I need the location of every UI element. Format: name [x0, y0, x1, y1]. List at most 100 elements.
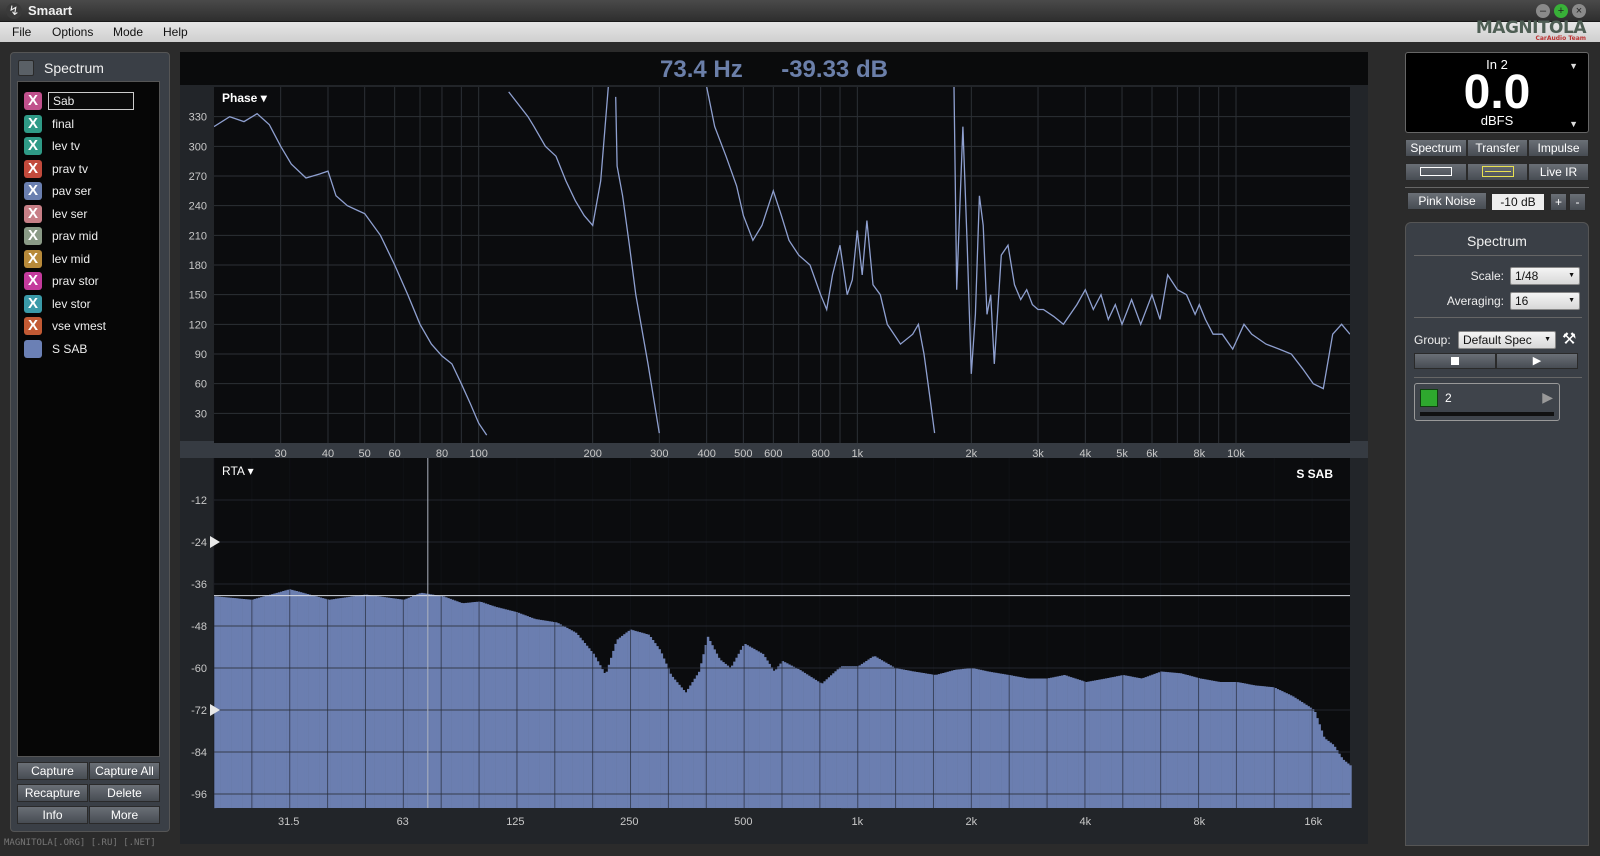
single-view-button[interactable]: [1405, 163, 1467, 181]
trace-list: X Sab Xfinal Xlev tv Xprav tv Xpav ser Xlev se…: [17, 81, 160, 757]
rta-bar: [975, 668, 978, 808]
live-ir-button[interactable]: Live IR: [1528, 163, 1589, 181]
meter-channel-dropdown-icon[interactable]: ▼: [1569, 61, 1578, 71]
minimize-icon[interactable]: –: [1536, 4, 1550, 18]
trace-color-swatch[interactable]: [24, 339, 42, 358]
run-indicator[interactable]: [1420, 389, 1438, 407]
trace-hide-icon[interactable]: X: [24, 159, 42, 178]
info-button[interactable]: Info: [17, 806, 88, 824]
trace-hide-icon[interactable]: X: [24, 249, 42, 268]
rta-bar: [887, 664, 890, 808]
rta-bar: [801, 671, 804, 808]
play-icon: ▶: [1532, 355, 1542, 367]
rta-bar: [574, 632, 578, 808]
recapture-button[interactable]: Recapture: [17, 784, 88, 802]
menu-help[interactable]: Help: [163, 25, 188, 39]
dual-view-button[interactable]: [1467, 163, 1528, 181]
rta-bar: [456, 601, 459, 808]
trace-item[interactable]: Xfinal: [24, 113, 154, 133]
tools-icon[interactable]: ⚒: [1562, 329, 1576, 349]
trace-item[interactable]: Xlev tv: [24, 135, 154, 155]
rta-bar: [1281, 691, 1284, 808]
rta-bar: [865, 661, 868, 808]
rta-bar: [1003, 674, 1007, 808]
rta-bar: [220, 596, 224, 808]
rta-x-tick-label: 250: [620, 816, 638, 828]
close-icon[interactable]: ×: [1572, 4, 1586, 18]
start-all-button[interactable]: ▶: [1496, 353, 1578, 369]
trace-item[interactable]: X Sab: [24, 90, 154, 110]
capture-button[interactable]: Capture: [17, 762, 88, 780]
rta-bar: [607, 664, 611, 808]
trace-item[interactable]: Xprav stor: [24, 270, 154, 290]
trace-hide-icon[interactable]: X: [24, 227, 42, 245]
tab-impulse[interactable]: Impulse: [1528, 139, 1589, 157]
trace-hide-icon[interactable]: X: [24, 272, 42, 290]
plots-svg[interactable]: 330300270240210180150120906030 30 40 50 60 8…: [180, 85, 1368, 844]
trace-hide-icon[interactable]: X: [24, 182, 42, 200]
trace-item[interactable]: Xlev stor: [24, 293, 154, 313]
rta-bar: [588, 648, 591, 808]
trace-hide-icon[interactable]: X: [24, 204, 42, 223]
rta-bar: [361, 595, 364, 808]
delete-button[interactable]: Delete: [89, 784, 160, 802]
meter-unit-dropdown-icon[interactable]: ▼: [1569, 119, 1578, 129]
rta-bar: [636, 631, 639, 808]
rta-bar: [1344, 761, 1348, 808]
rta-trace-label: S SAB: [1296, 467, 1333, 481]
more-button[interactable]: More: [89, 806, 160, 824]
tab-spectrum[interactable]: Spectrum: [1405, 139, 1467, 157]
averaging-dropdown[interactable]: 16 ▼: [1510, 292, 1580, 310]
trace-item[interactable]: Xprav mid: [24, 225, 154, 245]
rta-bar: [1263, 686, 1266, 808]
noise-level-plus-button[interactable]: +: [1550, 193, 1567, 211]
spectrum-toggle[interactable]: [18, 60, 34, 76]
noise-level-field[interactable]: -10 dB: [1492, 194, 1544, 210]
rta-bar: [671, 676, 675, 808]
rta-bar: [957, 669, 961, 808]
trace-name[interactable]: Sab: [48, 92, 134, 110]
menu-file[interactable]: File: [12, 25, 31, 39]
rta-bar: [792, 666, 796, 808]
stop-all-button[interactable]: [1414, 353, 1496, 369]
trace-name: final: [52, 116, 75, 131]
trace-item[interactable]: Xpav ser: [24, 180, 154, 200]
trace-item[interactable]: Xvse vmest: [24, 315, 154, 335]
single-pane-icon: [1420, 167, 1452, 176]
rta-bar: [1012, 675, 1016, 808]
menu-mode[interactable]: Mode: [113, 25, 143, 39]
trace-hide-icon[interactable]: X: [24, 92, 42, 110]
rta-mode-dropdown[interactable]: RTA ▾: [222, 464, 254, 478]
trace-item[interactable]: Xlev mid: [24, 248, 154, 268]
trace-hide-icon[interactable]: X: [24, 137, 42, 155]
rta-bar: [240, 598, 243, 808]
rta-bar: [627, 630, 631, 808]
trace-item[interactable]: Xlev ser: [24, 203, 154, 223]
scale-dropdown[interactable]: 1/48 ▼: [1510, 267, 1580, 285]
phase-y-tick-label: 330: [189, 112, 207, 124]
trace-hide-icon[interactable]: X: [24, 317, 42, 335]
trace-hide-icon[interactable]: X: [24, 294, 42, 313]
rta-bar: [1098, 679, 1101, 808]
maximize-icon[interactable]: +: [1554, 4, 1568, 18]
trace-item[interactable]: S SAB: [24, 338, 154, 358]
rta-bar: [431, 594, 435, 808]
pink-noise-button[interactable]: Pink Noise: [1407, 192, 1487, 210]
engine-play-icon[interactable]: ▶: [1542, 389, 1553, 406]
rta-bar: [497, 607, 501, 808]
capture-all-button[interactable]: Capture All: [89, 762, 160, 780]
group-dropdown[interactable]: Default Spec ▼: [1458, 331, 1556, 349]
measurement-engine[interactable]: 2 ▶: [1414, 383, 1560, 421]
rta-x-tick-label: 1k: [852, 816, 864, 828]
trace-item[interactable]: Xprav tv: [24, 158, 154, 178]
rta-bar: [724, 663, 727, 808]
rta-bar: [790, 665, 793, 808]
phase-mode-dropdown[interactable]: Phase ▾: [222, 91, 268, 105]
tab-transfer[interactable]: Transfer: [1467, 139, 1528, 157]
rta-y-tick-label: -36: [191, 579, 207, 591]
rta-bar: [715, 653, 719, 808]
noise-level-minus-button[interactable]: -: [1569, 193, 1586, 211]
input-meter[interactable]: In 2 0.0 dBFS ▼ ▼: [1405, 52, 1589, 133]
menu-options[interactable]: Options: [52, 25, 93, 39]
trace-hide-icon[interactable]: X: [24, 114, 42, 133]
